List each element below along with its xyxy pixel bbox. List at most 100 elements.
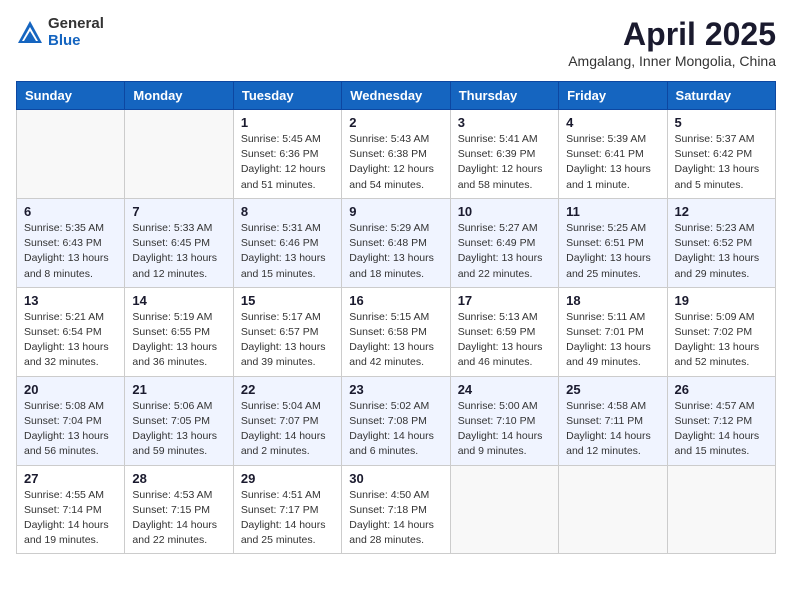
calendar-cell: 15Sunrise: 5:17 AM Sunset: 6:57 PM Dayli… [233, 287, 341, 376]
calendar-week-1: 1 Sunrise: 5:45 AM Sunset: 6:36 PM Daylig… [17, 110, 776, 199]
logo-icon [16, 19, 44, 47]
calendar-cell [667, 465, 775, 554]
calendar-cell [17, 110, 125, 199]
weekday-header-row: SundayMondayTuesdayWednesdayThursdayFrid… [17, 82, 776, 110]
day-number: 16 [349, 293, 442, 308]
calendar-week-2: 6 Sunrise: 5:35 AM Sunset: 6:43 PM Daylig… [17, 198, 776, 287]
day-info: Sunrise: 5:15 AM Sunset: 6:58 PM Dayligh… [349, 310, 442, 371]
day-info: Sunrise: 4:50 AM Sunset: 7:18 PM Dayligh… [349, 488, 442, 549]
day-info: Sunrise: 5:17 AM Sunset: 6:57 PM Dayligh… [241, 310, 334, 371]
day-info: Sunrise: 5:43 AM Sunset: 6:38 PM Dayligh… [349, 132, 442, 193]
calendar-cell: 17 Sunrise: 5:13 AM Sunset: 6:59 PM Dayli… [450, 287, 558, 376]
day-number: 9 [349, 204, 442, 219]
day-number: 21 [132, 382, 225, 397]
weekday-header-tuesday: Tuesday [233, 82, 341, 110]
calendar-cell: 10Sunrise: 5:27 AM Sunset: 6:49 PM Dayli… [450, 198, 558, 287]
day-info: Sunrise: 5:00 AM Sunset: 7:10 PM Dayligh… [458, 399, 551, 460]
calendar-cell: 11Sunrise: 5:25 AM Sunset: 6:51 PM Dayli… [559, 198, 667, 287]
calendar-cell: 3Sunrise: 5:41 AM Sunset: 6:39 PM Daylig… [450, 110, 558, 199]
calendar-week-3: 13 Sunrise: 5:21 AM Sunset: 6:54 PM Dayli… [17, 287, 776, 376]
calendar-cell [450, 465, 558, 554]
day-info: Sunrise: 5:23 AM Sunset: 6:52 PM Dayligh… [675, 221, 768, 282]
day-number: 24 [458, 382, 551, 397]
day-number: 2 [349, 115, 442, 130]
weekday-header-friday: Friday [559, 82, 667, 110]
day-info: Sunrise: 5:39 AM Sunset: 6:41 PM Dayligh… [566, 132, 659, 193]
day-info: Sunrise: 5:35 AM Sunset: 6:43 PM Dayligh… [24, 221, 117, 282]
day-number: 1 [241, 115, 334, 130]
calendar-cell: 8Sunrise: 5:31 AM Sunset: 6:46 PM Daylig… [233, 198, 341, 287]
month-title: April 2025 [568, 16, 776, 53]
day-info: Sunrise: 5:37 AM Sunset: 6:42 PM Dayligh… [675, 132, 768, 193]
calendar-cell: 12 Sunrise: 5:23 AM Sunset: 6:52 PM Dayli… [667, 198, 775, 287]
title-area: April 2025 Amgalang, Inner Mongolia, Chi… [568, 16, 776, 69]
calendar-cell: 7 Sunrise: 5:33 AM Sunset: 6:45 PM Daylig… [125, 198, 233, 287]
calendar-cell: 28 Sunrise: 4:53 AM Sunset: 7:15 PM Dayli… [125, 465, 233, 554]
calendar-cell: 22Sunrise: 5:04 AM Sunset: 7:07 PM Dayli… [233, 376, 341, 465]
logo: General Blue [16, 16, 104, 49]
day-number: 5 [675, 115, 768, 130]
calendar-cell [125, 110, 233, 199]
day-info: Sunrise: 5:19 AM Sunset: 6:55 PM Dayligh… [132, 310, 225, 371]
day-info: Sunrise: 4:55 AM Sunset: 7:14 PM Dayligh… [24, 488, 117, 549]
day-number: 12 [675, 204, 768, 219]
day-number: 10 [458, 204, 551, 219]
calendar-cell: 5 Sunrise: 5:37 AM Sunset: 6:42 PM Daylig… [667, 110, 775, 199]
calendar-cell: 14 Sunrise: 5:19 AM Sunset: 6:55 PM Dayli… [125, 287, 233, 376]
day-info: Sunrise: 5:29 AM Sunset: 6:48 PM Dayligh… [349, 221, 442, 282]
day-info: Sunrise: 5:13 AM Sunset: 6:59 PM Dayligh… [458, 310, 551, 371]
weekday-header-wednesday: Wednesday [342, 82, 450, 110]
weekday-header-saturday: Saturday [667, 82, 775, 110]
day-number: 25 [566, 382, 659, 397]
day-number: 22 [241, 382, 334, 397]
calendar-cell: 29 Sunrise: 4:51 AM Sunset: 7:17 PM Dayli… [233, 465, 341, 554]
calendar-cell: 27Sunrise: 4:55 AM Sunset: 7:14 PM Dayli… [17, 465, 125, 554]
day-number: 14 [132, 293, 225, 308]
logo-general-text: General [48, 16, 104, 33]
day-number: 18 [566, 293, 659, 308]
calendar-cell: 13 Sunrise: 5:21 AM Sunset: 6:54 PM Dayli… [17, 287, 125, 376]
calendar-cell: 20 Sunrise: 5:08 AM Sunset: 7:04 PM Dayli… [17, 376, 125, 465]
day-info: Sunrise: 5:06 AM Sunset: 7:05 PM Dayligh… [132, 399, 225, 460]
day-info: Sunrise: 5:08 AM Sunset: 7:04 PM Dayligh… [24, 399, 117, 460]
day-number: 30 [349, 471, 442, 486]
day-number: 13 [24, 293, 117, 308]
day-info: Sunrise: 4:53 AM Sunset: 7:15 PM Dayligh… [132, 488, 225, 549]
day-info: Sunrise: 5:33 AM Sunset: 6:45 PM Dayligh… [132, 221, 225, 282]
day-info: Sunrise: 4:58 AM Sunset: 7:11 PM Dayligh… [566, 399, 659, 460]
day-info: Sunrise: 5:11 AM Sunset: 7:01 PM Dayligh… [566, 310, 659, 371]
logo-text: General Blue [48, 16, 104, 49]
calendar-cell: 19Sunrise: 5:09 AM Sunset: 7:02 PM Dayli… [667, 287, 775, 376]
day-info: Sunrise: 5:41 AM Sunset: 6:39 PM Dayligh… [458, 132, 551, 193]
day-number: 8 [241, 204, 334, 219]
day-number: 29 [241, 471, 334, 486]
calendar-cell: 6 Sunrise: 5:35 AM Sunset: 6:43 PM Daylig… [17, 198, 125, 287]
calendar-week-5: 27Sunrise: 4:55 AM Sunset: 7:14 PM Dayli… [17, 465, 776, 554]
day-number: 7 [132, 204, 225, 219]
page-header: General Blue April 2025 Amgalang, Inner … [16, 16, 776, 69]
day-number: 20 [24, 382, 117, 397]
day-info: Sunrise: 5:21 AM Sunset: 6:54 PM Dayligh… [24, 310, 117, 371]
day-info: Sunrise: 4:57 AM Sunset: 7:12 PM Dayligh… [675, 399, 768, 460]
weekday-header-monday: Monday [125, 82, 233, 110]
day-number: 6 [24, 204, 117, 219]
calendar-week-4: 20 Sunrise: 5:08 AM Sunset: 7:04 PM Dayli… [17, 376, 776, 465]
day-number: 28 [132, 471, 225, 486]
calendar-cell: 1 Sunrise: 5:45 AM Sunset: 6:36 PM Daylig… [233, 110, 341, 199]
calendar-cell: 23Sunrise: 5:02 AM Sunset: 7:08 PM Dayli… [342, 376, 450, 465]
day-number: 17 [458, 293, 551, 308]
day-info: Sunrise: 4:51 AM Sunset: 7:17 PM Dayligh… [241, 488, 334, 549]
calendar-table: SundayMondayTuesdayWednesdayThursdayFrid… [16, 81, 776, 554]
logo-blue-text: Blue [48, 33, 104, 50]
calendar-cell: 2 Sunrise: 5:43 AM Sunset: 6:38 PM Daylig… [342, 110, 450, 199]
day-number: 4 [566, 115, 659, 130]
calendar-cell: 16 Sunrise: 5:15 AM Sunset: 6:58 PM Dayli… [342, 287, 450, 376]
day-info: Sunrise: 5:25 AM Sunset: 6:51 PM Dayligh… [566, 221, 659, 282]
calendar-cell: 9 Sunrise: 5:29 AM Sunset: 6:48 PM Daylig… [342, 198, 450, 287]
day-info: Sunrise: 5:45 AM Sunset: 6:36 PM Dayligh… [241, 132, 334, 193]
calendar-cell: 24 Sunrise: 5:00 AM Sunset: 7:10 PM Dayli… [450, 376, 558, 465]
day-number: 26 [675, 382, 768, 397]
calendar-cell: 25 Sunrise: 4:58 AM Sunset: 7:11 PM Dayli… [559, 376, 667, 465]
calendar-cell [559, 465, 667, 554]
day-number: 19 [675, 293, 768, 308]
